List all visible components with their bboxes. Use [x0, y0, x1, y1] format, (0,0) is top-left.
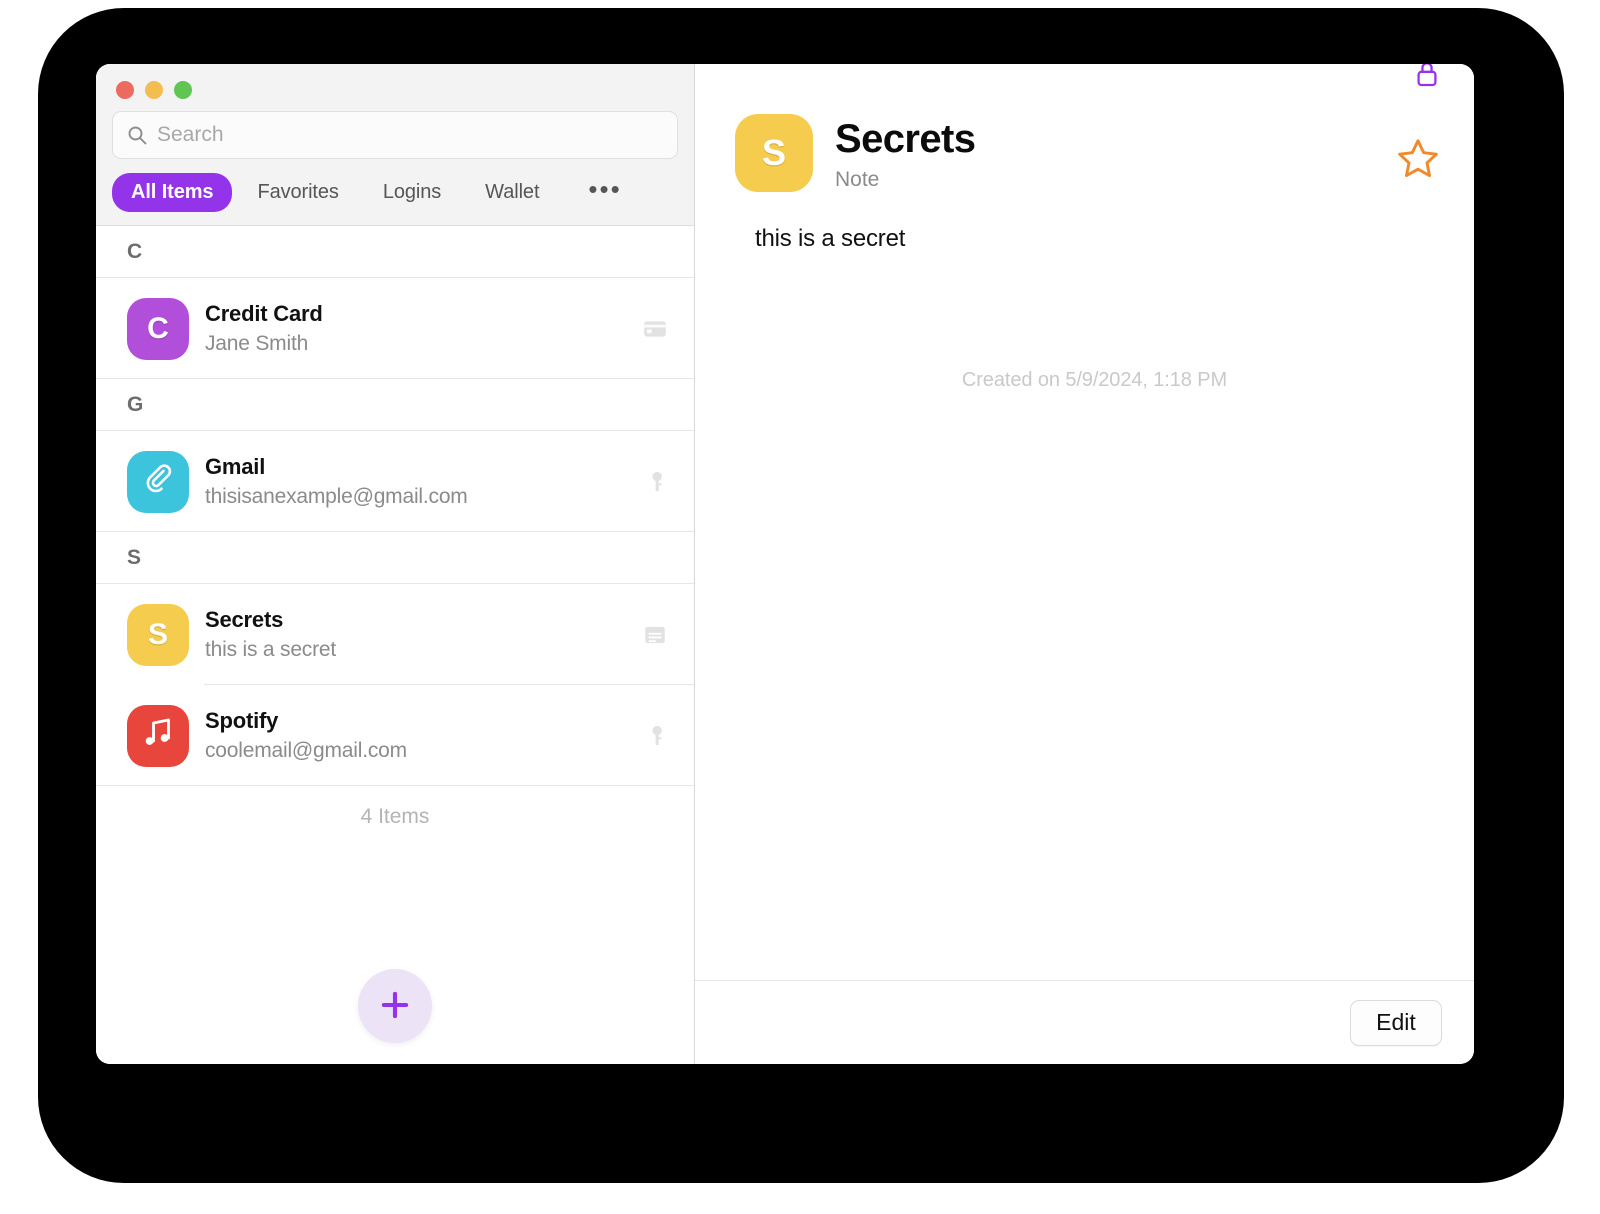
search-icon	[127, 125, 147, 145]
detail-footer: Edit	[695, 980, 1474, 1064]
detail-title-group: Secrets Note	[835, 114, 1396, 192]
list-item-subtitle: Jane Smith	[205, 331, 309, 355]
list-item-spotify[interactable]: Spotify coolemail@gmail.com	[96, 685, 694, 786]
avatar	[127, 704, 189, 767]
list-item-title: Credit Card	[205, 300, 323, 326]
note-content-text: this is a secret	[755, 225, 906, 252]
list-item-secrets[interactable]: S Secrets this is a secret	[96, 584, 694, 685]
favorite-star-button[interactable]	[1396, 136, 1440, 180]
app-window: All Items Favorites Logins Wallet ••• C …	[96, 64, 1474, 1064]
list-item-subtitle: thisisanexample@gmail.com	[205, 484, 468, 508]
note-icon	[642, 622, 668, 648]
item-type-label: Note	[835, 168, 880, 191]
tab-favorites[interactable]: Favorites	[238, 173, 357, 212]
items-count-label: 4 Items	[96, 786, 694, 848]
section-header-c: C	[96, 226, 694, 278]
filter-tabs: All Items Favorites Logins Wallet •••	[112, 173, 678, 225]
tab-all-items[interactable]: All Items	[112, 173, 233, 212]
add-item-button[interactable]	[358, 969, 432, 1043]
items-sidebar: All Items Favorites Logins Wallet ••• C …	[96, 64, 695, 1064]
detail-header: S Secrets Note	[695, 64, 1474, 192]
note-body: this is a secret Created on 5/9/2024, 1:…	[695, 192, 1474, 980]
key-icon	[642, 469, 668, 495]
lock-icon[interactable]	[1412, 64, 1442, 94]
more-tabs-button[interactable]: •••	[578, 176, 631, 208]
list-item-subtitle: coolemail@gmail.com	[205, 738, 407, 762]
list-item-title: Gmail	[205, 453, 266, 479]
list-item-text: Secrets this is a secret	[205, 605, 642, 664]
list-item-text: Gmail thisisanexample@gmail.com	[205, 452, 642, 511]
edit-button[interactable]: Edit	[1350, 999, 1442, 1046]
plus-icon	[376, 986, 414, 1027]
created-on-label: Created on 5/9/2024, 1:18 PM	[961, 369, 1228, 391]
key-icon	[642, 723, 668, 749]
section-header-s: S	[96, 532, 694, 584]
minimize-window-button[interactable]	[145, 81, 163, 99]
list-item-text: Credit Card Jane Smith	[205, 299, 642, 358]
zoom-window-button[interactable]	[174, 81, 192, 99]
tab-wallet[interactable]: Wallet	[466, 173, 558, 212]
items-list: C C Credit Card Jane Smith G Gmail thisi…	[96, 226, 694, 1064]
section-header-g: G	[96, 379, 694, 431]
star-outline-icon	[1396, 136, 1440, 180]
music-note-icon	[140, 714, 176, 758]
list-item-title: Secrets	[205, 606, 284, 632]
credit-card-icon	[642, 316, 668, 342]
list-item-title: Spotify	[205, 707, 279, 733]
search-field[interactable]	[112, 111, 678, 159]
list-item-subtitle: this is a secret	[205, 637, 337, 661]
list-item-text: Spotify coolemail@gmail.com	[205, 706, 642, 765]
list-item-credit-card[interactable]: C Credit Card Jane Smith	[96, 278, 694, 379]
paperclip-icon	[140, 460, 176, 504]
avatar	[127, 450, 189, 513]
item-detail-panel: S Secrets Note this is a secret Created …	[695, 64, 1474, 1064]
avatar: C	[127, 297, 189, 360]
avatar: S	[127, 603, 189, 666]
sidebar-toolbar: All Items Favorites Logins Wallet •••	[96, 64, 694, 226]
list-item-gmail[interactable]: Gmail thisisanexample@gmail.com	[96, 431, 694, 532]
page-title: Secrets	[835, 117, 976, 161]
tab-logins[interactable]: Logins	[364, 173, 460, 212]
traffic-light-controls	[112, 64, 678, 111]
detail-avatar: S	[735, 114, 813, 192]
close-window-button[interactable]	[116, 81, 134, 99]
screenshot-stage: All Items Favorites Logins Wallet ••• C …	[0, 0, 1600, 1214]
search-input[interactable]	[157, 123, 663, 147]
